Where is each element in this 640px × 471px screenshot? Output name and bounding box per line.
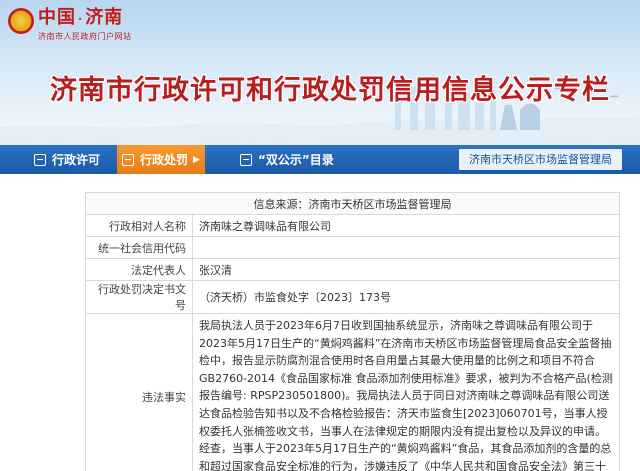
violation-facts-text: 我局执法人员于2023年6月7日收到国抽系统显示，济南味之尊调味品有限公司于20… (199, 319, 613, 471)
field-label: 行政相对人名称 (85, 214, 193, 237)
field-value (192, 236, 620, 259)
table-row: 法定代表人 张汉清 (85, 258, 620, 281)
field-value: 济南味之尊调味品有限公司 (192, 214, 620, 237)
logo-wordmark: 中国 · 济南 (38, 7, 124, 28)
document-icon (240, 153, 252, 166)
penalty-record-table: 信息来源：济南市天桥区市场监督管理局 行政相对人名称 济南味之尊调味品有限公司 … (85, 192, 620, 471)
field-label: 行政处罚决定书文号 (85, 280, 193, 314)
table-row: 行政处罚决定书文号 （济天桥）市监食处字〔2023〕173号 (85, 280, 620, 314)
field-label: 统一社会信用代码 (85, 236, 193, 259)
info-source: 信息来源：济南市天桥区市场监督管理局 (85, 192, 620, 215)
document-icon (122, 153, 135, 166)
table-row: 违法事实 我局执法人员于2023年6月7日收到国抽系统显示，济南味之尊调味品有限… (85, 313, 620, 471)
header-banner: 中国 · 济南 济南市人民政府门户网站 济南市行政许可和行政处罚信用信息公示专栏 (0, 0, 640, 145)
main-nav: 行政许可 行政处罚 ▶ “双公示”目录 济南市天桥区市场监督管理局 (0, 145, 640, 174)
field-value: （济天桥）市监食处字〔2023〕173号 (192, 280, 620, 314)
field-label: 法定代表人 (85, 258, 193, 281)
page-title: 济南市行政许可和行政处罚信用信息公示专栏 (50, 75, 610, 106)
department-label[interactable]: 济南市天桥区市场监督管理局 (459, 149, 622, 170)
table-row: 行政相对人名称 济南味之尊调味品有限公司 (85, 214, 620, 237)
field-label: 违法事实 (85, 313, 193, 471)
document-icon (34, 153, 46, 166)
national-emblem-icon (8, 8, 34, 34)
field-value: 张汉清 (192, 258, 620, 281)
chevron-right-icon: ▶ (193, 154, 200, 165)
site-logo[interactable]: 中国 · 济南 济南市人民政府门户网站 (8, 6, 132, 46)
tab-administrative-license[interactable]: 行政许可 (34, 145, 100, 174)
logo-subtitle: 济南市人民政府门户网站 (38, 32, 132, 41)
tab-administrative-penalty[interactable]: 行政处罚 ▶ (117, 145, 205, 174)
table-row: 统一社会信用代码 (85, 236, 620, 259)
tab-double-disclosure-catalog[interactable]: “双公示”目录 (240, 145, 334, 174)
